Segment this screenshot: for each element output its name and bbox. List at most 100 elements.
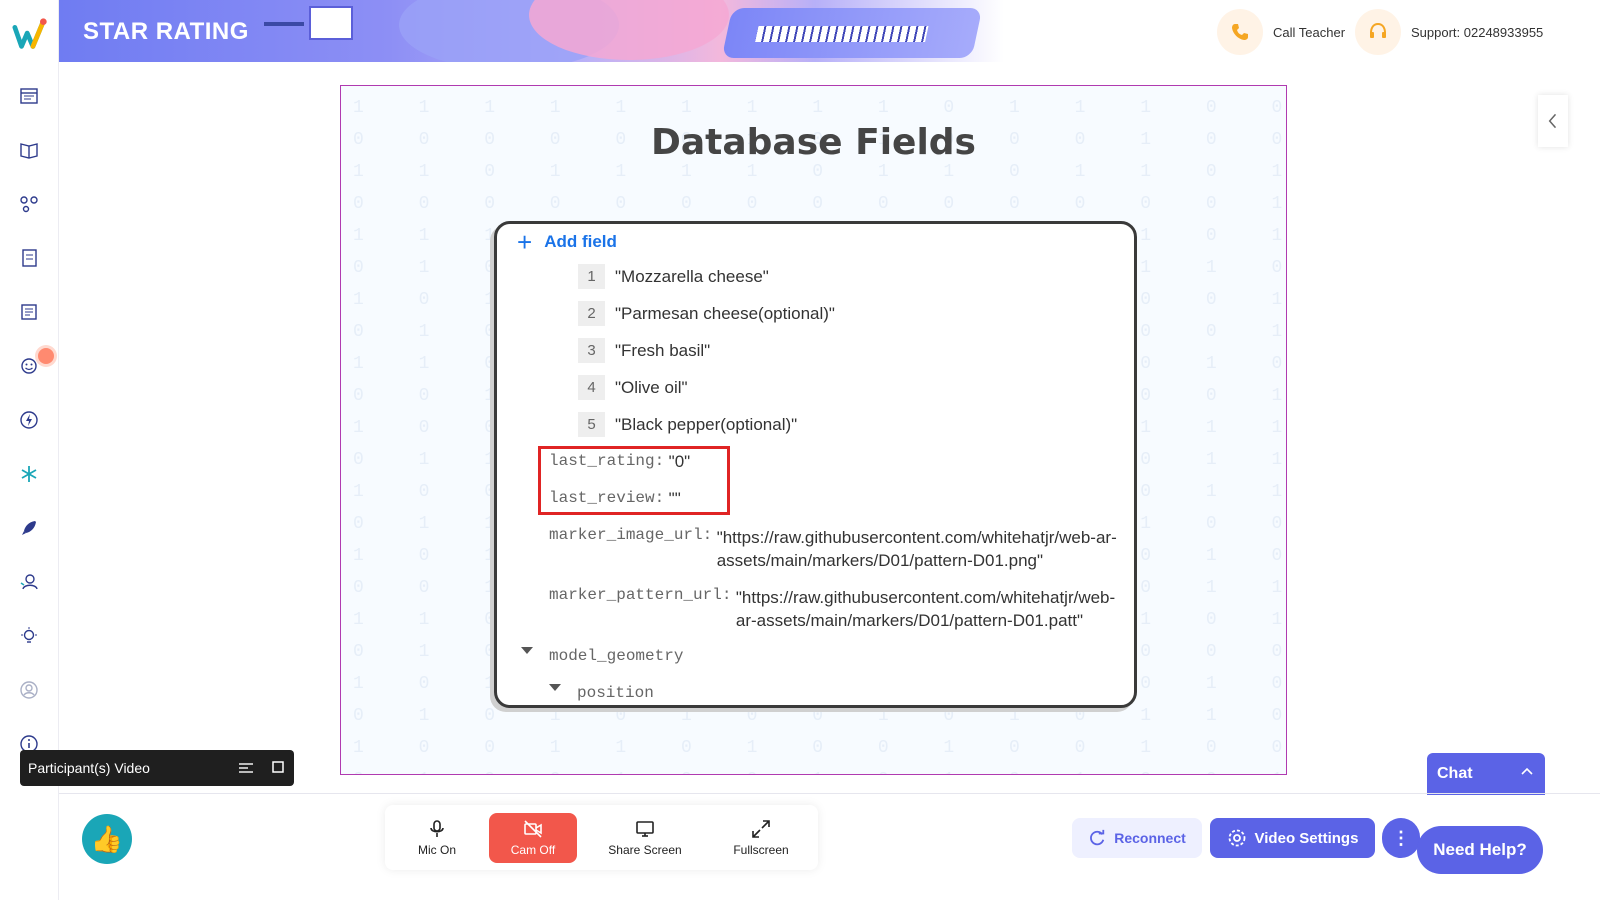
field-key: last_rating: <box>549 452 665 470</box>
collapse-panel-button[interactable] <box>1538 95 1568 147</box>
field-marker-image-url: marker_image_url: "https://raw.githubuse… <box>549 526 1117 572</box>
network-icon[interactable] <box>17 192 41 216</box>
video-settings-button[interactable]: Video Settings <box>1210 818 1375 858</box>
presentation-slide: 1 1 1 1 1 1 1 1 1 0 1 1 1 0 0 0 1 1 0 1 … <box>340 85 1287 775</box>
item-value: "Black pepper(optional)" <box>615 414 798 434</box>
item-index: 1 <box>578 264 605 289</box>
item-value: "Parmesan cheese(optional)" <box>615 303 835 323</box>
calendar-icon[interactable] <box>17 84 41 108</box>
field-value: "" <box>668 489 681 508</box>
kebab-icon: ⋮ <box>1392 827 1410 848</box>
bulb-icon[interactable] <box>17 624 41 648</box>
field-last-rating: last_rating: "0" <box>549 452 690 472</box>
keyboard-illustration <box>721 8 983 58</box>
field-value-line: ar-assets/main/markers/D01/pattern-D01.p… <box>735 611 1084 630</box>
profile-icon[interactable] <box>17 678 41 702</box>
expand-icon <box>752 820 770 838</box>
maximize-icon[interactable] <box>272 761 284 773</box>
field-value-line: "https://raw.githubusercontent.com/white… <box>735 588 1116 607</box>
list-item: 3 "Fresh basil" <box>578 338 710 363</box>
user-support-icon[interactable] <box>17 570 41 594</box>
item-index: 5 <box>578 412 605 437</box>
camera-off-icon <box>524 820 542 838</box>
chevron-left-icon <box>1548 113 1557 129</box>
mic-button[interactable]: Mic On <box>393 813 481 863</box>
banner-illustration <box>264 22 304 26</box>
participant-video-bar[interactable]: Participant(s) Video <box>20 750 294 786</box>
fullscreen-button[interactable]: Fullscreen <box>717 813 805 863</box>
chat-label: Chat <box>1437 765 1473 782</box>
snowflake-icon[interactable] <box>17 462 41 486</box>
more-options-button[interactable]: ⋮ <box>1382 818 1420 858</box>
chevron-up-icon <box>1521 767 1533 775</box>
caret-down-icon <box>549 684 561 691</box>
support-button[interactable]: Support: 02248933955 <box>1355 9 1544 55</box>
monitor-icon <box>636 821 654 837</box>
refresh-icon <box>1090 829 1105 846</box>
field-marker-pattern-url: marker_pattern_url: "https://raw.githubu… <box>549 586 1115 632</box>
phone-icon <box>1217 9 1263 55</box>
support-label: Support: 02248933955 <box>1411 24 1544 40</box>
gear-icon <box>1228 829 1245 847</box>
list-item: 2 "Parmesan cheese(optional)" <box>578 301 835 326</box>
fullscreen-label: Fullscreen <box>733 843 789 857</box>
item-index: 4 <box>578 375 605 400</box>
reconnect-button[interactable]: Reconnect <box>1072 818 1202 858</box>
field-value-line: "https://raw.githubusercontent.com/white… <box>716 528 1117 547</box>
thumbs-up-button[interactable]: 👍 <box>82 814 132 864</box>
item-index: 2 <box>578 301 605 326</box>
document-icon[interactable] <box>17 300 41 324</box>
slide-title: Database Fields <box>650 122 976 163</box>
share-screen-button[interactable]: Share Screen <box>601 813 689 863</box>
chat-button[interactable]: Chat <box>1427 753 1545 795</box>
notebook-icon[interactable] <box>17 246 41 270</box>
layout-icon[interactable] <box>238 761 254 775</box>
item-value: "Mozzarella cheese" <box>615 266 769 286</box>
app-logo[interactable] <box>12 16 50 54</box>
list-item: 5 "Black pepper(optional)" <box>578 412 797 437</box>
page-title: STAR RATING <box>83 18 249 45</box>
add-field-button[interactable]: + Add field <box>517 227 617 257</box>
participant-video-label: Participant(s) Video <box>28 760 150 776</box>
call-teacher-label: Call Teacher <box>1273 24 1346 40</box>
item-value: "Olive oil" <box>615 377 688 397</box>
bolt-icon[interactable] <box>17 408 41 432</box>
add-field-label: Add field <box>544 232 617 251</box>
need-help-label: Need Help? <box>1433 840 1527 859</box>
thumbs-up-icon: 👍 <box>90 823 124 854</box>
reconnect-label: Reconnect <box>1114 830 1186 846</box>
plus-icon: + <box>517 227 533 257</box>
model-geometry-node[interactable]: model_geometry <box>521 647 683 665</box>
call-teacher-button[interactable]: Call Teacher <box>1217 9 1346 55</box>
field-key: marker_image_url: <box>549 526 713 544</box>
node-label: position <box>577 684 654 702</box>
need-help-button[interactable]: Need Help? <box>1417 826 1543 874</box>
list-item: 4 "Olive oil" <box>578 375 688 400</box>
call-controls: Mic On Cam Off Share Screen Fullscreen <box>385 805 818 870</box>
camera-label: Cam Off <box>510 843 556 857</box>
teacher-illustration <box>309 6 353 40</box>
book-icon[interactable] <box>17 138 41 162</box>
notification-dot <box>38 348 54 364</box>
database-fields-panel: + Add field 1 "Mozzarella cheese" 2 "Par… <box>494 221 1137 708</box>
rocket-icon[interactable] <box>17 516 41 540</box>
share-screen-label: Share Screen <box>608 843 682 857</box>
item-index: 3 <box>578 338 605 363</box>
field-value-line: assets/main/markers/D01/pattern-D01.png" <box>716 551 1044 570</box>
mic-label: Mic On <box>417 843 456 857</box>
item-value: "Fresh basil" <box>615 340 711 360</box>
list-item: 1 "Mozzarella cheese" <box>578 264 769 289</box>
header-banner: STAR RATING <box>59 0 1004 62</box>
camera-button[interactable]: Cam Off <box>489 813 577 863</box>
microphone-icon <box>430 820 444 837</box>
field-last-review: last_review: "" <box>549 489 681 509</box>
field-key: last_review: <box>549 489 665 507</box>
field-value: "0" <box>668 452 691 471</box>
field-key: marker_pattern_url: <box>549 586 732 604</box>
node-label: model_geometry <box>549 647 684 665</box>
video-settings-label: Video Settings <box>1254 829 1359 847</box>
caret-down-icon <box>521 647 533 654</box>
position-node[interactable]: position <box>549 684 654 702</box>
headset-icon <box>1355 9 1401 55</box>
divider <box>59 793 1600 794</box>
